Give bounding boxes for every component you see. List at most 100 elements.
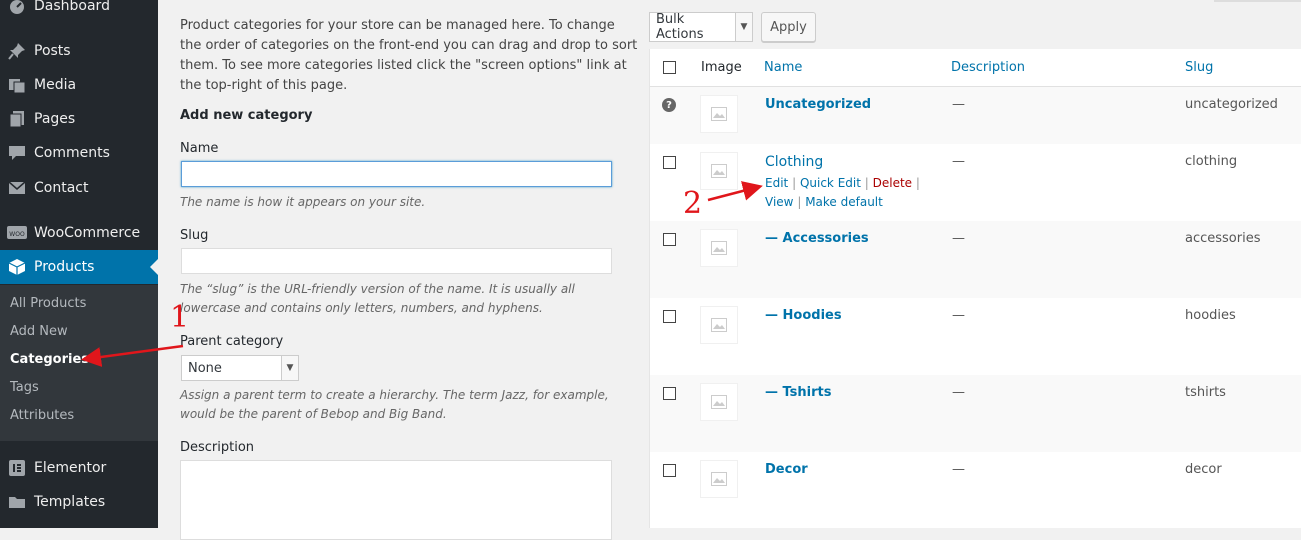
menu-pages[interactable]: Pages — [0, 102, 158, 136]
menu-posts[interactable]: Posts — [0, 34, 158, 68]
menu-elementor[interactable]: Elementor — [0, 451, 158, 485]
row-actions: Edit | Quick Edit | Delete | View | Make… — [765, 174, 920, 212]
column-name[interactable]: Name — [764, 60, 802, 75]
parent-category-label: Parent category — [180, 334, 284, 349]
column-image: Image — [701, 60, 742, 75]
menu-label: Pages — [34, 111, 76, 127]
screen-options-tab-edge[interactable] — [1214, 0, 1301, 2]
folder-icon — [7, 492, 27, 512]
row-checkbox[interactable] — [663, 233, 676, 246]
name-label: Name — [180, 141, 219, 156]
category-slug: tshirts — [1185, 385, 1226, 400]
menu-woocommerce[interactable]: WOO WooCommerce — [0, 216, 158, 250]
placeholder-image-icon — [700, 229, 738, 267]
submenu-attributes[interactable]: Attributes — [10, 408, 74, 423]
separator: | — [915, 176, 920, 190]
category-name-link[interactable]: Uncategorized — [765, 97, 871, 112]
menu-dashboard[interactable]: Dashboard — [0, 0, 158, 23]
submenu-tags[interactable]: Tags — [10, 380, 39, 395]
parent-category-value: None — [188, 360, 222, 376]
elementor-icon — [7, 458, 27, 478]
menu-label: Comments — [34, 145, 110, 161]
bulk-actions-select[interactable]: Bulk Actions ▼ — [649, 12, 753, 42]
table-row: — Hoodies — hoodies — [650, 298, 1301, 375]
placeholder-image-icon — [700, 95, 738, 133]
category-name-link[interactable]: Clothing — [765, 154, 823, 170]
category-name-link[interactable]: — Accessories — [765, 231, 869, 246]
category-slug: clothing — [1185, 154, 1238, 169]
svg-text:WOO: WOO — [9, 231, 25, 238]
category-slug: hoodies — [1185, 308, 1236, 323]
menu-comments[interactable]: Comments — [0, 136, 158, 170]
row-checkbox[interactable] — [663, 387, 676, 400]
submenu-categories[interactable]: Categories — [10, 352, 89, 367]
menu-templates[interactable]: Templates — [0, 485, 158, 519]
category-description: — — [952, 154, 965, 169]
category-description: — — [952, 97, 965, 112]
menu-contact[interactable]: Contact — [0, 171, 158, 205]
menu-label: Products — [34, 259, 95, 275]
table-row: — Tshirts — tshirts — [650, 375, 1301, 452]
parent-category-select[interactable]: None ▼ — [181, 355, 299, 381]
row-checkbox[interactable] — [663, 310, 676, 323]
table-header: Image Name Description Slug — [650, 49, 1301, 87]
admin-sidebar: Dashboard Posts Media Pages Comments Con… — [0, 0, 158, 528]
category-slug: uncategorized — [1185, 97, 1278, 112]
help-question-icon[interactable]: ? — [662, 98, 676, 112]
category-description: — — [952, 231, 965, 246]
placeholder-image-icon — [700, 152, 738, 190]
category-name-link[interactable]: — Tshirts — [765, 385, 831, 400]
menu-label: Templates — [34, 494, 106, 510]
slug-input[interactable] — [181, 248, 612, 274]
products-submenu: All Products Add New Categories Tags Att… — [0, 285, 158, 441]
view-link[interactable]: View — [765, 195, 793, 209]
name-input[interactable] — [181, 161, 612, 187]
separator: | — [792, 176, 797, 190]
menu-label: Dashboard — [34, 0, 110, 14]
categories-table: Image Name Description Slug ? Uncategori… — [649, 49, 1301, 528]
category-name-link[interactable]: — Hoodies — [765, 308, 842, 323]
menu-media[interactable]: Media — [0, 68, 158, 102]
menu-label: Media — [34, 77, 77, 93]
edit-link[interactable]: Edit — [765, 176, 788, 190]
intro-text: Product categories for your store can be… — [180, 18, 638, 93]
category-name-link[interactable]: Decor — [765, 462, 808, 477]
pin-icon — [7, 41, 27, 61]
table-row: Clothing Edit | Quick Edit | Delete | Vi… — [650, 144, 1301, 221]
menu-label: Contact — [34, 180, 89, 196]
table-row: Decor — decor — [650, 452, 1301, 528]
placeholder-image-icon — [700, 383, 738, 421]
row-checkbox[interactable] — [663, 464, 676, 477]
category-description: — — [952, 462, 965, 477]
annotation-number-1: 1 — [170, 300, 190, 335]
parent-help: Assign a parent term to create a hierarc… — [180, 388, 609, 421]
add-category-heading: Add new category — [180, 108, 313, 123]
table-row: ? Uncategorized — uncategorized — [650, 87, 1301, 144]
submenu-add-new[interactable]: Add New — [10, 324, 68, 339]
placeholder-image-icon — [700, 460, 738, 498]
media-icon — [7, 75, 27, 95]
separator: | — [797, 195, 802, 209]
category-description: — — [952, 308, 965, 323]
delete-link[interactable]: Delete — [873, 176, 912, 190]
name-help: The name is how it appears on your site. — [180, 195, 426, 209]
make-default-link[interactable]: Make default — [805, 195, 883, 209]
submenu-all-products[interactable]: All Products — [10, 296, 86, 311]
table-row: — Accessories — accessories — [650, 221, 1301, 298]
description-textarea[interactable] — [180, 460, 612, 540]
menu-products[interactable]: Products — [0, 250, 158, 284]
menu-label: WooCommerce — [34, 225, 141, 241]
column-description[interactable]: Description — [951, 60, 1025, 75]
column-slug[interactable]: Slug — [1185, 60, 1213, 75]
select-all-checkbox[interactable] — [663, 61, 676, 74]
apply-button[interactable]: Apply — [761, 12, 816, 42]
quick-edit-link[interactable]: Quick Edit — [800, 176, 861, 190]
placeholder-image-icon — [700, 306, 738, 344]
bulk-actions-value: Bulk Actions — [656, 12, 704, 42]
row-checkbox[interactable] — [663, 156, 676, 169]
products-box-icon — [7, 257, 27, 277]
description-label: Description — [180, 440, 255, 455]
separator: | — [864, 176, 869, 190]
envelope-icon — [7, 178, 27, 198]
menu-label: Elementor — [34, 460, 107, 476]
